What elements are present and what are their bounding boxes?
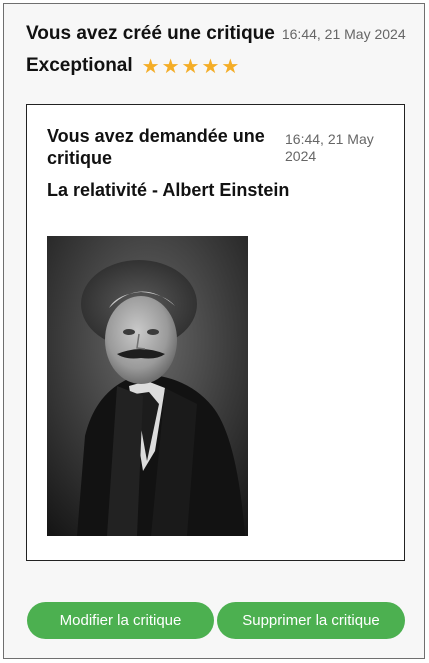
star-icon: ★ [221, 54, 240, 78]
review-actions: Modifier la critique Supprimer la critiq… [27, 602, 405, 639]
rating-label: Exceptional [26, 55, 133, 76]
book-cover-image [47, 236, 248, 536]
review-card: Vous avez créé une critique 16:44, 21 Ma… [3, 3, 425, 659]
rating-stars: ★ ★ ★ ★ ★ [142, 56, 242, 76]
ticket-timestamp: 16:44, 21 May 2024 [285, 131, 374, 164]
review-header: Vous avez créé une critique 16:44, 21 Ma… [26, 23, 406, 45]
ticket-header: Vous avez demandée une critique 16:44, 2… [47, 125, 387, 169]
review-title: Vous avez créé une critique [26, 23, 275, 44]
star-icon: ★ [141, 54, 160, 78]
star-icon: ★ [181, 54, 200, 78]
ticket-card: Vous avez demandée une critique 16:44, 2… [26, 104, 405, 561]
book-title: La relativité - Albert Einstein [47, 180, 290, 200]
rating-row: Exceptional ★ ★ ★ ★ ★ [26, 55, 241, 77]
ticket-title: Vous avez demandée une critique [47, 126, 265, 168]
star-icon: ★ [201, 54, 220, 78]
delete-review-button[interactable]: Supprimer la critique [217, 602, 405, 639]
review-timestamp: 16:44, 21 May 2024 [281, 26, 406, 42]
edit-review-button[interactable]: Modifier la critique [27, 602, 214, 639]
star-icon: ★ [161, 54, 180, 78]
